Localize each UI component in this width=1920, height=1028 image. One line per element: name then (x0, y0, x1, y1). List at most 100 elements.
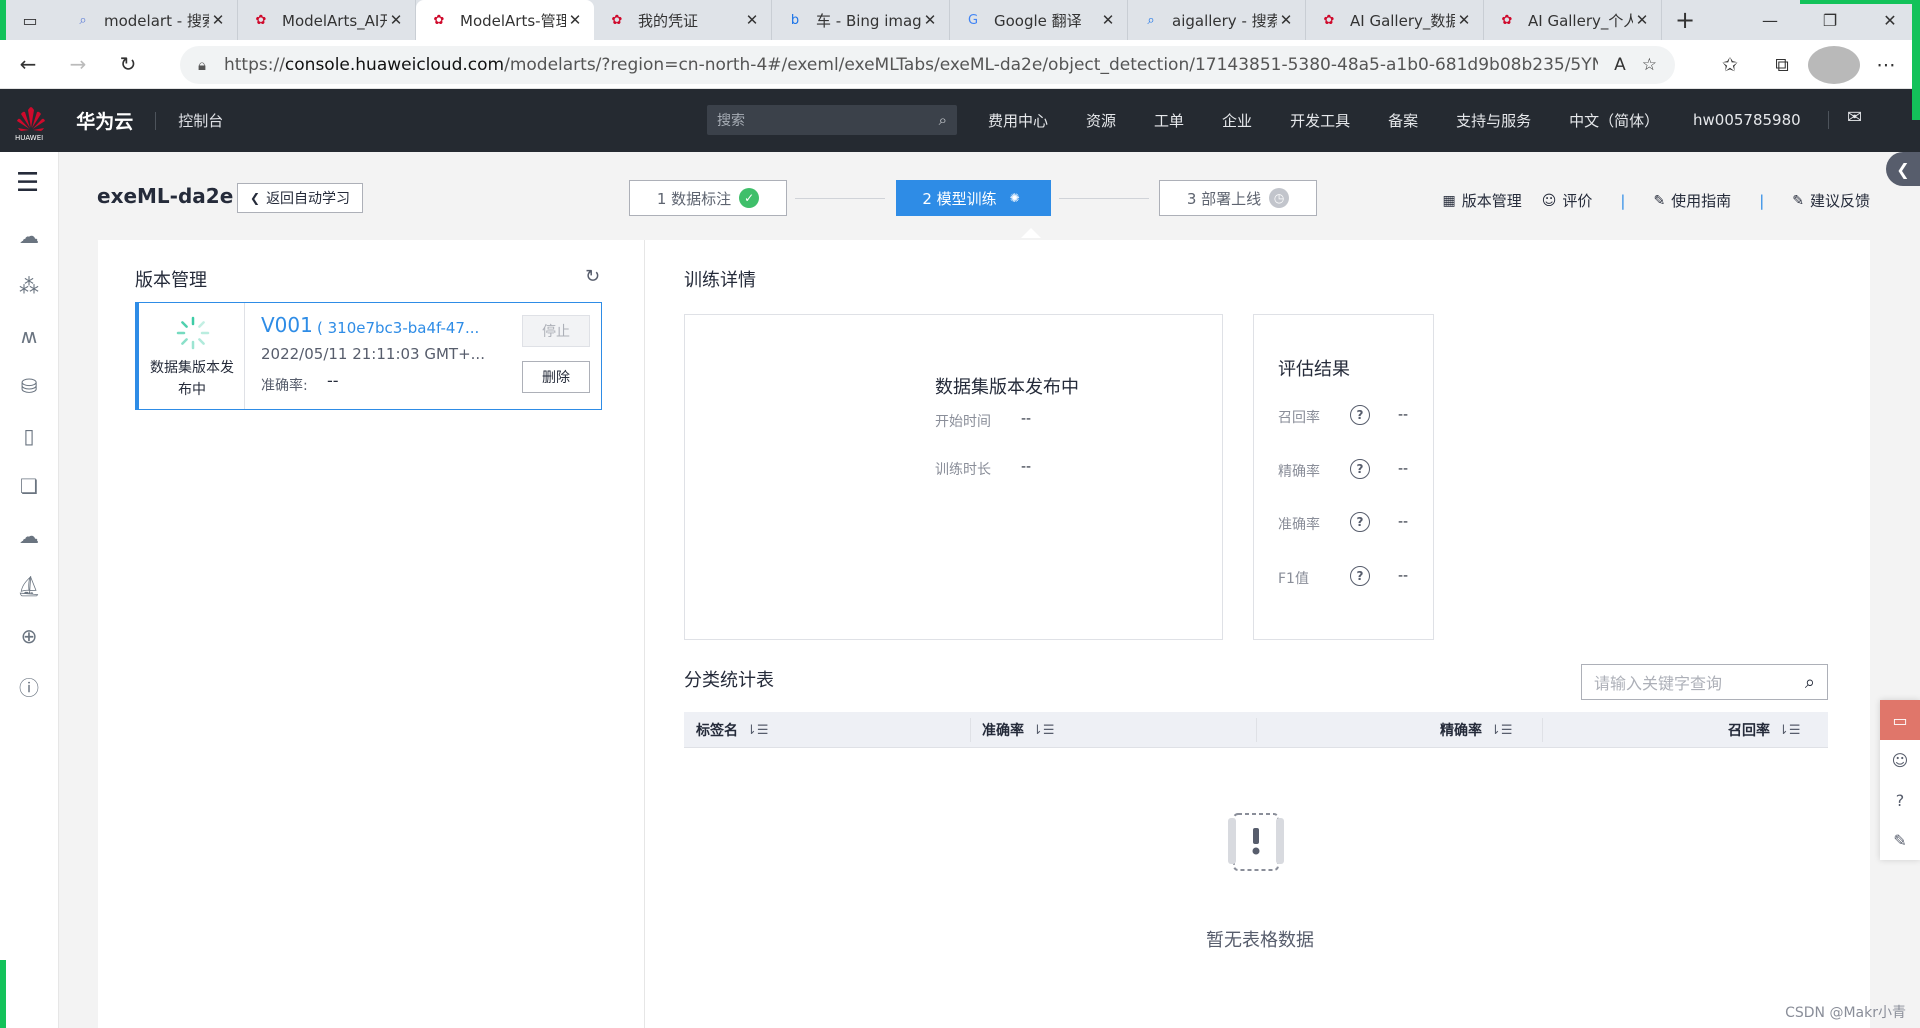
cloud-sync-icon[interactable]: ☁ (15, 522, 43, 550)
back-icon[interactable]: ← (6, 44, 50, 84)
close-tab-icon[interactable]: ✕ (921, 11, 939, 29)
guide-link[interactable]: ✎ 使用指南 (1653, 190, 1731, 211)
collections-icon[interactable]: ⧉ (1756, 46, 1808, 84)
close-tab-icon[interactable]: ✕ (566, 11, 584, 29)
forward-icon[interactable]: → (56, 44, 100, 84)
evaluate-link[interactable]: ☺ 评价 (1542, 190, 1593, 211)
step-deploy[interactable]: 3 部署上线 ◷ (1159, 180, 1317, 216)
sort-icon[interactable]: ⇂☰ (1032, 723, 1055, 738)
version-status-text: 数据集版本发布中 (150, 360, 234, 398)
header-nav-item[interactable]: 中文（简体） (1569, 110, 1659, 131)
sort-icon[interactable]: ⇂☰ (1778, 723, 1801, 738)
delete-button[interactable]: 删除 (522, 361, 590, 393)
console-link[interactable]: 控制台 (178, 110, 223, 131)
header-nav-item[interactable]: 备案 (1388, 110, 1418, 131)
browser-tab[interactable]: G Google 翻译 ✕ (950, 0, 1128, 40)
device-icon[interactable]: ▯ (15, 422, 43, 450)
globe-icon[interactable]: ⊕ (15, 622, 43, 650)
help-icon[interactable]: ? (1350, 405, 1370, 425)
close-tab-icon[interactable]: ✕ (1099, 11, 1117, 29)
search-icon[interactable]: ⌕ (1805, 672, 1815, 693)
column-recall[interactable]: 召回率 ⇂☰ (1728, 712, 1801, 748)
help-icon[interactable]: ? (1880, 780, 1920, 820)
browser-tab[interactable]: b 车 - Bing images✕ (772, 0, 950, 40)
help-icon[interactable]: ? (1350, 566, 1370, 586)
browser-tab[interactable]: ✿ 我的凭证 ✕ (594, 0, 772, 40)
version-management-link[interactable]: ▦ 版本管理 (1443, 190, 1522, 211)
lock-icon[interactable]: 🔒︎ (198, 56, 206, 74)
header-nav-item[interactable]: 企业 (1222, 110, 1252, 131)
column-precision[interactable]: 精确率 ⇂☰ (1440, 712, 1513, 748)
header-search-input[interactable]: 搜索 ⌕ (707, 105, 957, 135)
keyword-search-input[interactable]: 请输入关键字查询 ⌕ (1581, 664, 1828, 700)
close-tab-icon[interactable]: ✕ (743, 11, 761, 29)
sail-icon[interactable]: ⛵︎ (15, 572, 43, 600)
cloud-service-icon[interactable]: ☁ (15, 222, 43, 250)
huawei-logo[interactable]: HUAWEI (14, 104, 76, 142)
close-tab-icon[interactable]: ✕ (1277, 11, 1295, 29)
browser-tab[interactable]: ✿ ModelArts-管理 ✕ (416, 0, 594, 40)
more-icon[interactable]: ⋯ (1860, 46, 1912, 84)
browser-tab[interactable]: ⌕ modelart - 搜索 ✕ (60, 0, 238, 40)
modelarts-icon[interactable]: ʍ (15, 322, 43, 350)
link-label: 评价 (1562, 192, 1593, 210)
help-icon[interactable]: ? (1350, 512, 1370, 532)
version-name[interactable]: V001 (261, 313, 313, 337)
stop-button[interactable]: 停止 (522, 315, 590, 347)
profile-icon[interactable] (1808, 46, 1860, 84)
browser-tab[interactable]: ✿ AI Gallery_个人 ✕ (1484, 0, 1662, 40)
tab-actions-icon[interactable]: ▭ (0, 0, 60, 40)
document-icon[interactable]: ❏ (15, 472, 43, 500)
read-aloud-icon[interactable]: A (1614, 55, 1626, 75)
header-nav-item[interactable]: 支持与服务 (1456, 110, 1531, 131)
step-model-training[interactable]: 2 模型训练 ✺ (896, 180, 1051, 216)
close-tab-icon[interactable]: ✕ (1633, 11, 1651, 29)
header-nav-item[interactable]: 工单 (1154, 110, 1184, 131)
sort-icon[interactable]: ⇂☰ (1490, 723, 1513, 738)
user-account[interactable]: hw005785980 (1693, 111, 1801, 129)
browser-tab[interactable]: ✿ AI Gallery_数据集✕ (1306, 0, 1484, 40)
close-window-icon[interactable]: ✕ (1860, 0, 1920, 40)
new-tab-button[interactable]: + (1662, 0, 1708, 40)
menu-icon[interactable]: ☰ (16, 170, 39, 196)
collapse-icon[interactable]: ❮ (1886, 152, 1920, 186)
close-tab-icon[interactable]: ✕ (1455, 11, 1473, 29)
browser-tab[interactable]: ✿ ModelArts_AI开发✕ (238, 0, 416, 40)
header-nav-item[interactable]: 开发工具 (1290, 110, 1350, 131)
column-label-name[interactable]: 标签名 ⇂☰ (696, 712, 769, 748)
smile-icon[interactable]: ☺ (1880, 740, 1920, 780)
storage-icon[interactable]: ⛁ (15, 372, 43, 400)
step-data-labeling[interactable]: 1 数据标注 ✓ (629, 180, 787, 216)
minimize-icon[interactable]: — (1740, 0, 1800, 40)
feedback-link[interactable]: ✎ 建议反馈 (1792, 190, 1870, 211)
refresh-icon[interactable]: ↻ (585, 266, 600, 287)
brand-name[interactable]: 华为云 (76, 107, 133, 134)
sort-icon[interactable]: ⇂☰ (746, 723, 769, 738)
loading-icon: ✺ (1009, 191, 1020, 205)
close-tab-icon[interactable]: ✕ (387, 11, 405, 29)
header-nav-item[interactable]: 费用中心 (988, 110, 1048, 131)
column-title: 召回率 (1728, 723, 1770, 739)
header-nav-item[interactable]: 资源 (1086, 110, 1116, 131)
version-card[interactable]: 数据集版本发布中 V001 ( 310e7bc3-ba4f-47... 2022… (135, 302, 602, 410)
help-icon[interactable]: ? (1350, 459, 1370, 479)
search-icon[interactable]: ⌕ (939, 111, 947, 129)
mail-icon[interactable]: ✉ (1847, 107, 1862, 128)
favorites-icon[interactable]: ✩ (1704, 46, 1756, 84)
close-tab-icon[interactable]: ✕ (209, 11, 227, 29)
url-text[interactable]: https://console.huaweicloud.com/modelart… (224, 55, 1598, 75)
ip-icon[interactable]: ⓘ (15, 672, 43, 700)
add-favorite-icon[interactable]: ☆ (1642, 55, 1657, 75)
edit-icon[interactable]: ✎ (1880, 820, 1920, 860)
restore-icon[interactable]: ❐ (1800, 0, 1860, 40)
url-field[interactable]: 🔒︎ https://console.huaweicloud.com/model… (180, 46, 1675, 84)
tab-title: ModelArts-管理 (460, 11, 566, 30)
clock-icon: ◷ (1269, 188, 1290, 208)
back-to-automl-button[interactable]: ❮ 返回自动学习 (237, 183, 364, 213)
reload-icon[interactable]: ↻ (106, 44, 150, 84)
cluster-icon[interactable]: ⁂ (15, 272, 43, 300)
precision-value: -- (1398, 461, 1409, 477)
column-accuracy[interactable]: 准确率 ⇂☰ (982, 712, 1055, 748)
browser-tab[interactable]: ⌕ aigallery - 搜索 ✕ (1128, 0, 1306, 40)
chat-icon[interactable]: ▭ (1880, 700, 1920, 740)
